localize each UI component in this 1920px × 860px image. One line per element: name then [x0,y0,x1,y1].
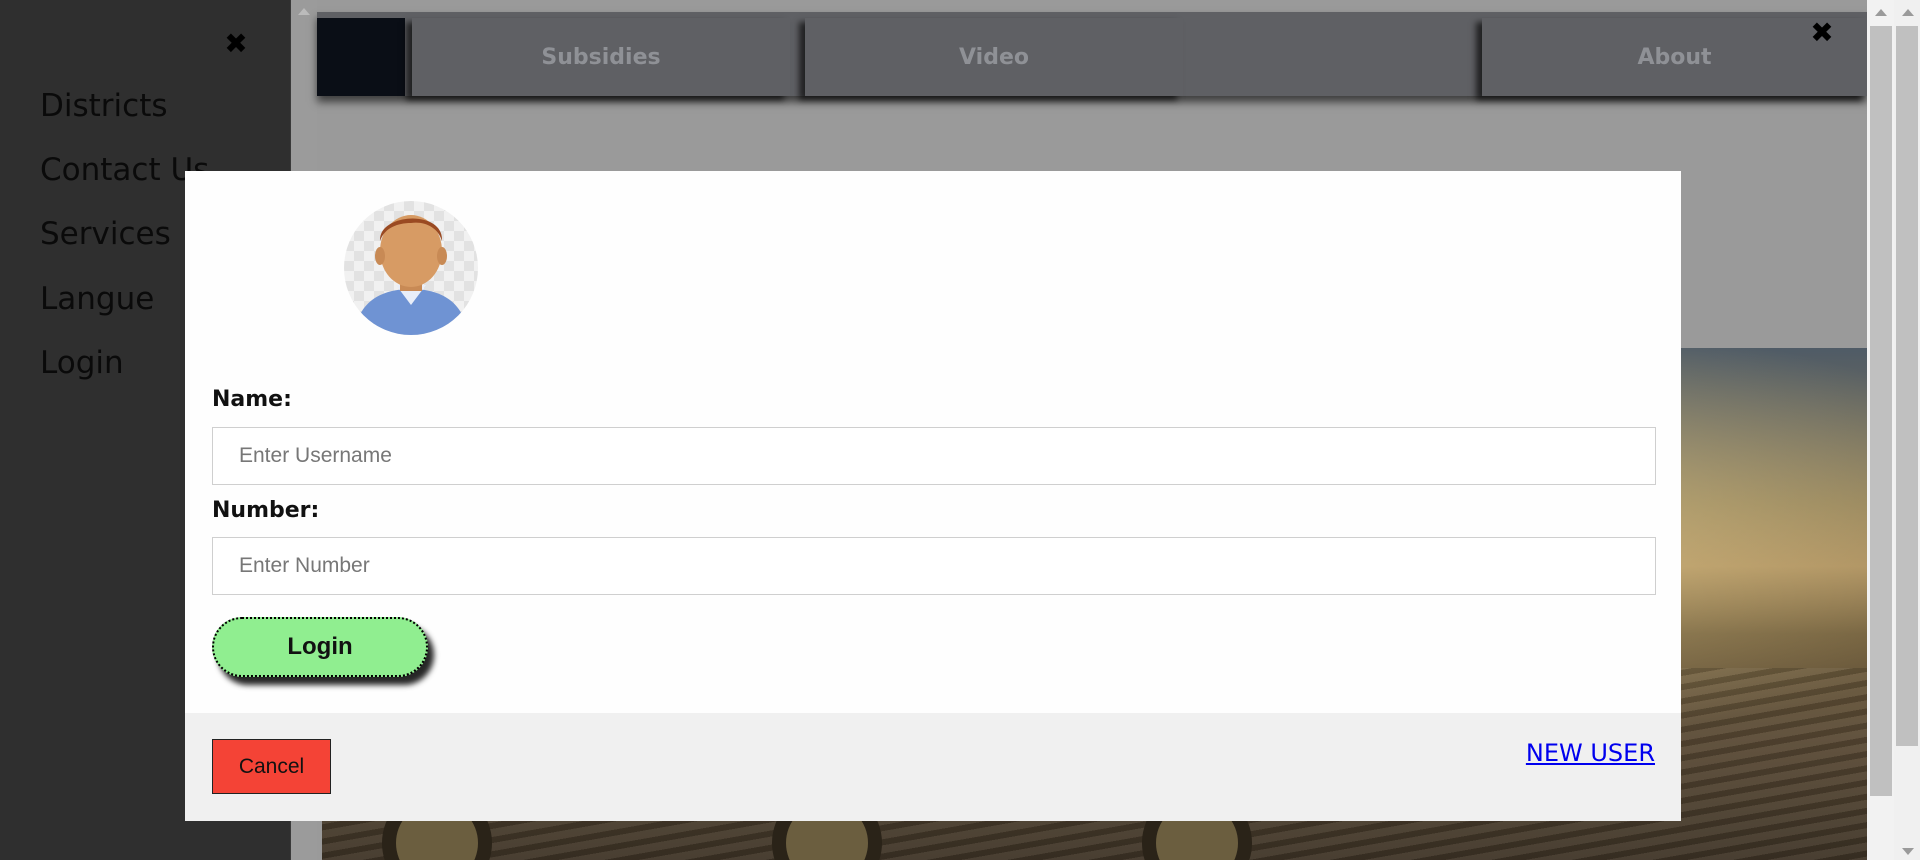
navbar-home-block[interactable] [317,18,405,96]
sidebar-item-services[interactable]: Services [40,216,171,252]
scroll-up-arrow-icon[interactable] [1902,9,1914,16]
scroll-up-arrow-icon[interactable] [1875,9,1887,16]
sidebar-item-login[interactable]: Login [40,345,124,381]
login-button[interactable]: Login [212,617,428,677]
cancel-button[interactable]: Cancel [212,739,331,794]
scrollbar-thumb[interactable] [1870,26,1892,796]
close-icon[interactable]: ✖ [1807,18,1837,48]
name-label: Name: [212,387,292,412]
nav-video[interactable]: Video [805,18,1183,96]
sidebar-item-contact-us[interactable]: Contact Us [40,152,209,188]
scrollbar-thumb[interactable] [1896,26,1918,746]
window-scrollbar[interactable] [1867,0,1920,860]
new-user-link[interactable]: NEW USER [1526,739,1655,767]
modal-footer: Cancel NEW USER [185,713,1681,821]
sidebar-item-langue[interactable]: Langue [40,281,154,317]
username-input[interactable] [212,427,1656,485]
nav-subsidies[interactable]: Subsidies [412,18,790,96]
top-navbar: Subsidies Video About ✖ [317,12,1867,96]
scroll-up-arrow-icon[interactable] [298,8,310,15]
scroll-down-arrow-icon[interactable] [1902,848,1914,855]
nav-empty-item[interactable] [1197,18,1492,96]
sidebar-item-districts[interactable]: Districts [40,88,168,124]
login-modal: Name: Number: Login Cancel NEW USER [185,171,1681,821]
user-avatar-icon [344,201,478,335]
number-input[interactable] [212,537,1656,595]
close-icon[interactable]: ✖ [222,30,250,58]
number-label: Number: [212,498,320,523]
